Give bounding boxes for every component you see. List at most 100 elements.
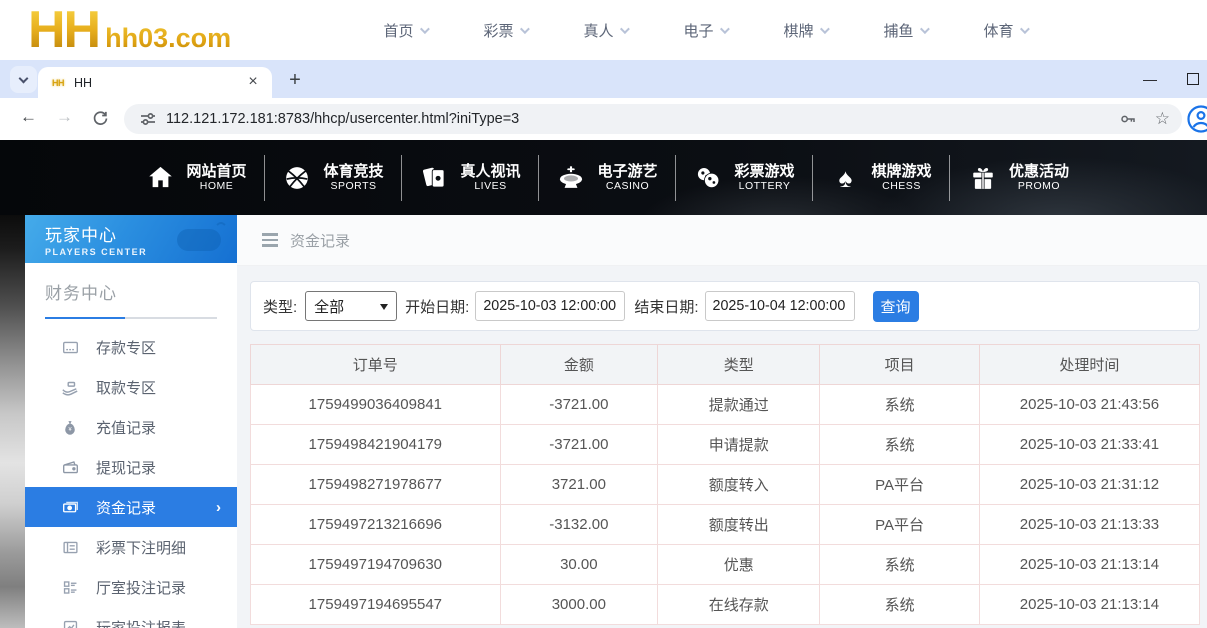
cell-process-time: 2025-10-03 21:13:14 (979, 545, 1199, 585)
window-minimize-button[interactable]: — (1143, 74, 1157, 84)
funds-table: 订单号 金额 类型 项目 处理时间 1759499036409841-3721.… (250, 344, 1200, 625)
hand-money-icon (61, 378, 79, 396)
end-date-input[interactable] (705, 291, 855, 321)
tab-search-chevron-button[interactable] (10, 66, 37, 93)
browser-tab[interactable]: HH HH × (38, 67, 272, 98)
menu-icon[interactable] (262, 233, 278, 247)
site-logo[interactable]: HH hh03.com (28, 2, 231, 58)
top-nav-item-live[interactable]: 真人 (583, 20, 626, 41)
list-detail-icon (61, 539, 79, 556)
cell-amount: -3721.00 (500, 385, 658, 425)
top-nav-item-sports[interactable]: 体育 (983, 20, 1026, 41)
cell-project: 系统 (820, 585, 979, 625)
cell-process-time: 2025-10-03 21:43:56 (979, 385, 1199, 425)
top-nav-label: 首页 (383, 20, 413, 41)
main-nav-item-casino[interactable]: 电子游艺CASINO (539, 155, 676, 201)
main-nav-item-lives[interactable]: 真人视讯LIVES (402, 155, 539, 201)
gift-icon (968, 165, 998, 191)
search-button[interactable]: 查询 (873, 291, 919, 322)
sidebar-item-hall-bet-records[interactable]: 厅室投注记录 (25, 567, 237, 607)
deposit-card-icon (61, 339, 79, 356)
cell-type: 额度转出 (658, 505, 820, 545)
cell-amount: 30.00 (500, 545, 658, 585)
money-bag-icon: ¥ (61, 419, 79, 436)
main-nav-item-home[interactable]: 网站首页HOME (128, 155, 265, 201)
browser-tab-strip: HH HH × + — (0, 60, 1207, 98)
col-process-time: 处理时间 (979, 345, 1199, 385)
spade-icon: ♠ (830, 165, 860, 191)
start-date-input[interactable] (475, 291, 625, 321)
reload-icon[interactable] (92, 110, 109, 132)
content-area: 资金记录 类型: 全部 开始日期: 结束日期: 查询 订单号 (237, 215, 1207, 628)
top-nav-label: 棋牌 (783, 20, 813, 41)
cell-process-time: 2025-10-03 21:33:41 (979, 425, 1199, 465)
main-nav-item-lottery[interactable]: 彩票游戏LOTTERY (676, 155, 813, 201)
main-nav: 网站首页HOME 体育竞技SPORTS 真人视讯LIVES 电子游艺CASINO… (0, 140, 1207, 215)
top-nav-item-home[interactable]: 首页 (383, 20, 426, 41)
cell-amount: 3000.00 (500, 585, 658, 625)
main-nav-item-sports[interactable]: 体育竞技SPORTS (265, 155, 402, 201)
nav-zh-label: 网站首页 (186, 163, 246, 180)
window-controls: — (1143, 60, 1199, 98)
chevron-down-icon (19, 73, 29, 83)
cell-order-no: 1759497194709630 (251, 545, 501, 585)
type-select[interactable]: 全部 (305, 291, 397, 321)
table-row: 1759497213216696-3132.00额度转出PA平台2025-10-… (251, 505, 1200, 545)
profile-avatar-icon[interactable] (1186, 104, 1207, 139)
chevron-right-icon: › (216, 499, 221, 516)
banknote-icon (61, 499, 79, 516)
nav-en-label: SPORTS (331, 180, 377, 192)
forward-button[interactable]: → (56, 107, 73, 127)
cell-project: PA平台 (820, 505, 979, 545)
address-bar[interactable]: 112.121.172.181:8783/hhcp/usercenter.htm… (124, 104, 1182, 134)
cell-order-no: 1759497194695547 (251, 585, 501, 625)
logo-domain-text: hh03.com (105, 18, 231, 58)
tab-close-icon[interactable]: × (244, 74, 262, 92)
menu-label: 存款专区 (96, 337, 156, 358)
cell-order-no: 1759497213216696 (251, 505, 501, 545)
url-text[interactable]: 112.121.172.181:8783/hhcp/usercenter.htm… (166, 111, 1119, 127)
sidebar-menu: 存款专区 取款专区 ¥ 充值记录 提现记录 资金记录 › (25, 327, 237, 628)
caret-down-icon (380, 304, 388, 310)
cell-project: 系统 (820, 385, 979, 425)
main-nav-item-chess[interactable]: ♠ 棋牌游戏CHESS (813, 155, 950, 201)
top-nav-item-lottery[interactable]: 彩票 (483, 20, 526, 41)
top-nav-item-chess[interactable]: 棋牌 (783, 20, 826, 41)
sidebar-item-recharge-records[interactable]: ¥ 充值记录 (25, 407, 237, 447)
sidebar-item-funds-records[interactable]: 资金记录 › (25, 487, 237, 527)
chevron-down-icon (519, 24, 529, 34)
main-nav-item-promo[interactable]: 优惠活动PROMO (950, 155, 1087, 201)
cell-amount: -3132.00 (500, 505, 658, 545)
page-background-strip (0, 215, 25, 628)
table-row: 17594971946955473000.00在线存款系统2025-10-03 … (251, 585, 1200, 625)
section-title: 财务中心 (45, 279, 217, 304)
top-nav-item-electronic[interactable]: 电子 (683, 20, 726, 41)
top-nav-item-fishing[interactable]: 捕鱼 (883, 20, 926, 41)
nav-zh-label: 电子游艺 (597, 163, 657, 180)
cell-order-no: 1759499036409841 (251, 385, 501, 425)
window-maximize-button[interactable] (1187, 73, 1199, 85)
end-date-label: 结束日期: (634, 296, 698, 317)
sidebar-item-withdraw[interactable]: 取款专区 (25, 367, 237, 407)
chevron-down-icon (419, 24, 429, 34)
new-tab-button[interactable]: + (282, 67, 308, 93)
back-button[interactable]: ← (20, 107, 37, 127)
bookmark-star-icon[interactable]: ☆ (1155, 109, 1170, 129)
sidebar-item-withdrawal-records[interactable]: 提现记录 (25, 447, 237, 487)
basketball-icon (282, 165, 312, 191)
cell-process-time: 2025-10-03 21:13:14 (979, 585, 1199, 625)
sidebar-item-deposit[interactable]: 存款专区 (25, 327, 237, 367)
chevron-down-icon (719, 24, 729, 34)
sidebar-item-lottery-bet-details[interactable]: 彩票下注明细 (25, 527, 237, 567)
cell-process-time: 2025-10-03 21:13:33 (979, 505, 1199, 545)
sidebar-item-player-bet-report[interactable]: 玩家投注报表 (25, 607, 237, 628)
menu-label: 玩家投注报表 (96, 617, 186, 628)
table-header-row: 订单号 金额 类型 项目 处理时间 (251, 345, 1200, 385)
password-key-icon[interactable] (1119, 110, 1137, 128)
top-nav-label: 真人 (583, 20, 613, 41)
cell-type: 申请提款 (658, 425, 820, 465)
cell-type: 优惠 (658, 545, 820, 585)
col-project: 项目 (820, 345, 979, 385)
site-info-icon[interactable] (140, 111, 156, 127)
nav-zh-label: 真人视讯 (460, 163, 520, 180)
